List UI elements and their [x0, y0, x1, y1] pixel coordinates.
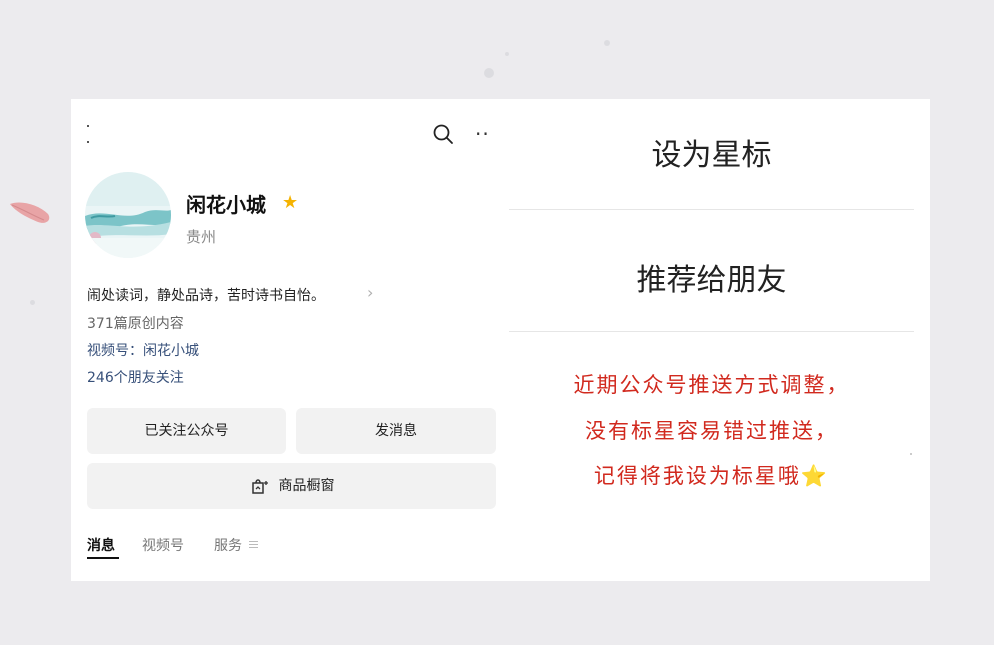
avatar[interactable] — [85, 172, 171, 258]
set-star-option[interactable]: 设为星标 — [509, 130, 914, 174]
message-button[interactable]: 发消息 — [296, 408, 496, 454]
divider — [509, 209, 914, 210]
notice-line-3-text: 记得将我设为标星哦 — [593, 464, 801, 488]
follow-button-label: 已关注公众号 — [144, 423, 229, 439]
account-name: 闲花小城 — [186, 193, 266, 217]
notice-line-3: 记得将我设为标星哦⭐ — [509, 460, 914, 490]
shop-window-button[interactable]: 商品橱窗 — [87, 463, 496, 509]
chevron-right-icon[interactable]: › — [367, 283, 373, 302]
tab-services[interactable]: 服务 — [214, 535, 242, 555]
menu-icon — [249, 541, 258, 549]
screenshot-card: ·· 闲花小城 ★ 贵州 闹处读词，静处品诗，苦时诗书自怡。 › 371篇原创内… — [71, 99, 930, 581]
status-dots — [87, 125, 90, 155]
star-emoji-icon: ⭐ — [800, 464, 830, 488]
background-speckle — [505, 52, 509, 56]
shop-window-label: 商品橱窗 — [278, 478, 335, 494]
account-location: 贵州 — [186, 228, 217, 246]
recommend-option[interactable]: 推荐给朋友 — [509, 255, 914, 299]
friends-following-link[interactable]: 246个朋友关注 — [87, 367, 184, 387]
tab-video[interactable]: 视频号 — [142, 535, 184, 555]
background-speckle — [604, 40, 610, 46]
video-account-link[interactable]: 视频号：闲花小城 — [87, 340, 199, 360]
decorative-dot — [910, 453, 912, 455]
petal-decoration — [10, 202, 50, 223]
background-speckle — [484, 68, 494, 78]
more-icon[interactable]: ·· — [475, 123, 505, 145]
notice-line-2: 没有标星容易错过推送， — [585, 419, 838, 443]
tab-messages[interactable]: 消息 — [87, 535, 115, 555]
follow-button[interactable]: 已关注公众号 — [87, 408, 286, 454]
shop-window-icon — [251, 479, 268, 494]
background-speckle — [30, 300, 35, 305]
message-button-label: 发消息 — [375, 423, 417, 439]
notice-line-1: 近期公众号推送方式调整， — [573, 373, 850, 397]
divider — [509, 331, 914, 332]
active-tab-indicator — [87, 557, 119, 559]
star-icon: ★ — [282, 192, 299, 213]
search-icon[interactable] — [432, 123, 454, 145]
profile-pane: ·· 闲花小城 ★ 贵州 闹处读词，静处品诗，苦时诗书自怡。 › 371篇原创内… — [71, 99, 511, 581]
account-bio[interactable]: 闹处读词，静处品诗，苦时诗书自怡。 — [87, 285, 325, 305]
original-count: 371篇原创内容 — [87, 316, 184, 332]
